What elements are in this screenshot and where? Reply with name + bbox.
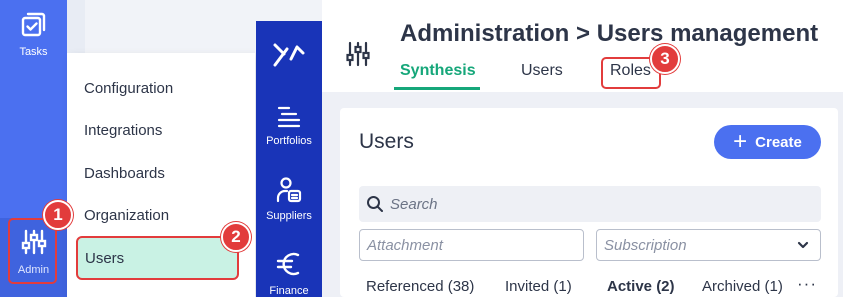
nav-item-label: Portfolios — [266, 135, 312, 147]
settings-sliders-icon — [346, 41, 370, 72]
chevron-down-icon — [797, 238, 809, 256]
plus-icon: + — [733, 128, 748, 155]
submenu-item-integrations[interactable]: Integrations — [84, 122, 162, 139]
logo-icon — [273, 43, 305, 67]
search-icon — [366, 195, 384, 218]
product-nav: Portfolios Suppliers Finance — [256, 21, 322, 297]
create-button[interactable]: + Create — [714, 125, 821, 159]
suppliers-icon — [275, 176, 303, 207]
filter-referenced[interactable]: Referenced (38) — [366, 278, 474, 295]
attachment-placeholder: Attachment — [367, 237, 443, 254]
page-title: Administration > Users management — [400, 20, 819, 47]
submenu-item-organization[interactable]: Organization — [84, 207, 169, 224]
step-badge-2: 2 — [221, 222, 251, 252]
app-logo[interactable] — [256, 39, 322, 69]
submenu-item-dashboards[interactable]: Dashboards — [84, 165, 165, 182]
filter-active[interactable]: Active (2) — [607, 278, 675, 295]
step-badge-3: 3 — [650, 44, 680, 74]
tab-users[interactable]: Users — [521, 62, 563, 80]
subscription-placeholder: Subscription — [604, 237, 687, 254]
euro-icon — [276, 249, 302, 282]
nav-item-label: Finance — [269, 285, 309, 297]
tasks-icon — [20, 10, 48, 41]
sidebar-item-label: Tasks — [19, 46, 48, 58]
filter-archived[interactable]: Archived (1) — [702, 278, 783, 295]
step-badge-1: 1 — [43, 200, 73, 230]
submenu-item-configuration[interactable]: Configuration — [84, 80, 173, 97]
card-title: Users — [359, 130, 414, 153]
filter-invited[interactable]: Invited (1) — [505, 278, 572, 295]
active-tab-indicator — [394, 87, 480, 90]
nav-item-portfolios[interactable]: Portfolios — [256, 103, 322, 147]
create-button-label: Create — [755, 133, 802, 151]
nav-item-suppliers[interactable]: Suppliers — [256, 176, 322, 222]
submenu-item-label: Users — [85, 250, 125, 267]
sidebar-item-tasks[interactable]: Tasks — [0, 10, 67, 58]
portfolios-icon — [276, 103, 302, 132]
submenu-item-users[interactable]: Users — [76, 236, 239, 280]
more-options-icon[interactable]: ··· — [797, 274, 817, 294]
tab-synthesis[interactable]: Synthesis — [400, 62, 476, 80]
search-placeholder: Search — [390, 196, 438, 213]
nav-item-label: Suppliers — [266, 210, 312, 222]
nav-item-finance[interactable]: Finance — [256, 249, 322, 297]
